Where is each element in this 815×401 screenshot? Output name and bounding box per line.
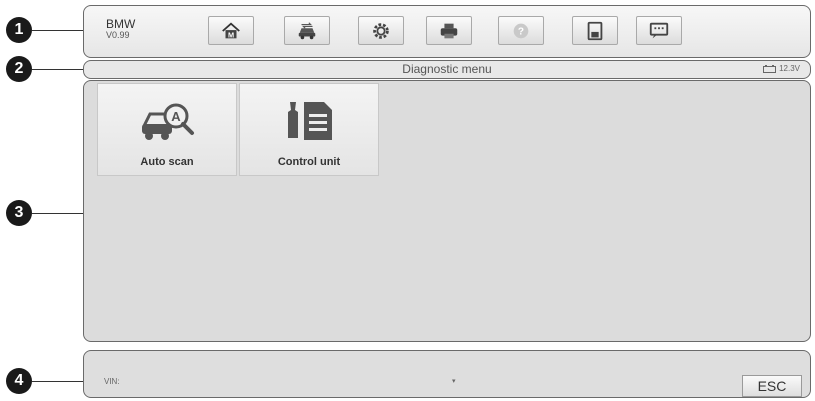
help-button[interactable]: ? [498, 16, 544, 45]
callout-2-leader [32, 69, 83, 70]
chevron-down-icon[interactable]: ▾ [452, 377, 456, 385]
callout-2: 2 [6, 56, 32, 82]
auto-scan-icon: A [142, 103, 194, 140]
software-version: V0.99 [106, 30, 130, 41]
callout-3: 3 [6, 200, 32, 226]
auto-scan-tile[interactable]: A Auto scan [97, 83, 237, 176]
control-unit-label: Control unit [277, 156, 341, 168]
battery-voltage: 12.3V [779, 64, 800, 73]
svg-text:A: A [171, 109, 181, 124]
print-icon [440, 23, 458, 38]
svg-text:M: M [228, 30, 234, 39]
settings-button[interactable] [358, 16, 404, 45]
top-toolbar: BMW V0.99 M ? [83, 5, 811, 58]
control-unit-tile[interactable]: Control unit [239, 83, 379, 176]
vin-label: VIN: [104, 377, 120, 386]
save-icon [587, 21, 603, 40]
home-icon: M [222, 21, 240, 39]
callout-1-leader [32, 30, 83, 31]
battery-status: 12.3V [763, 64, 800, 73]
vehicle-swap-button[interactable] [284, 16, 330, 45]
callout-4: 4 [6, 368, 32, 394]
main-section: A Auto scan Control unit [83, 80, 811, 342]
data-logging-icon [649, 22, 669, 38]
callout-1: 1 [6, 17, 32, 43]
print-button[interactable] [426, 16, 472, 45]
home-button[interactable]: M [208, 16, 254, 45]
vehicle-info: BMW V0.99 [106, 17, 135, 41]
svg-text:?: ? [518, 26, 524, 37]
bottom-bar: VIN: ▾ ESC [83, 350, 811, 398]
save-button[interactable] [572, 16, 618, 45]
help-icon: ? [513, 23, 529, 38]
settings-icon [373, 22, 389, 39]
callout-3-leader [32, 213, 83, 214]
callout-4-leader [32, 381, 83, 382]
esc-button[interactable]: ESC [742, 375, 802, 397]
page-title: Diagnostic menu [402, 62, 492, 76]
vehicle-swap-icon [298, 21, 316, 39]
title-bar: Diagnostic menu 12.3V [83, 60, 811, 79]
control-unit-icon [288, 102, 332, 140]
data-logging-button[interactable] [636, 16, 682, 45]
auto-scan-label: Auto scan [140, 156, 194, 168]
battery-icon [763, 64, 777, 73]
